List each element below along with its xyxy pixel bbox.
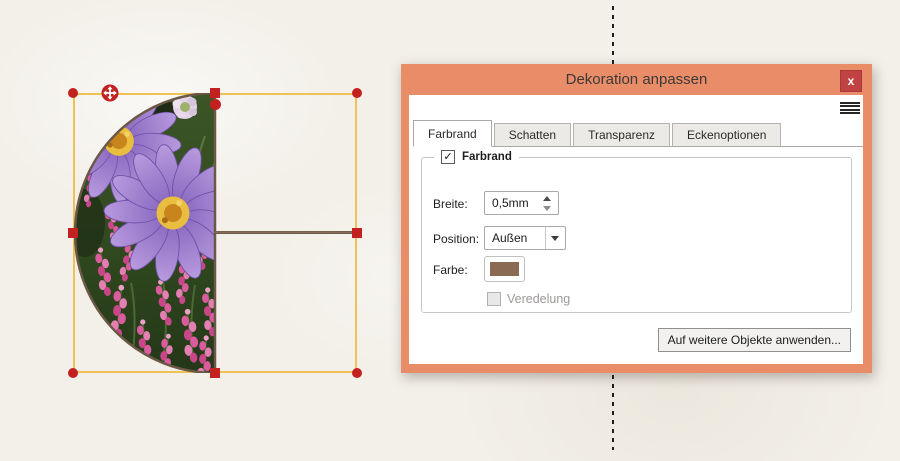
farbrand-legend-label: Farbrand — [462, 151, 512, 163]
veredelung-label: Veredelung — [507, 292, 571, 306]
farbe-swatch-color — [490, 262, 519, 276]
farbrand-legend: ✓ Farbrand — [434, 150, 519, 164]
resize-handle-se[interactable] — [352, 368, 362, 378]
tabstrip: Farbrand Schatten Transparenz Eckenoptio… — [413, 120, 863, 147]
chevron-down-icon[interactable] — [545, 227, 565, 249]
tab-schatten[interactable]: Schatten — [493, 123, 572, 146]
farbrand-groupbox: ✓ Farbrand Breite: 0,5mm Position: Außen — [421, 150, 852, 313]
object-edge-line — [215, 231, 357, 234]
spin-down-icon[interactable] — [543, 206, 551, 211]
rotate-handle[interactable] — [210, 99, 221, 110]
resize-handle-n[interactable] — [210, 88, 220, 98]
farbrand-checkbox[interactable]: ✓ — [441, 150, 455, 164]
resize-handle-s[interactable] — [210, 368, 220, 378]
tab-farbrand[interactable]: Farbrand — [413, 120, 492, 147]
move-icon[interactable] — [101, 84, 119, 102]
breite-label: Breite: — [433, 197, 468, 211]
breite-value[interactable]: 0,5mm — [492, 196, 529, 210]
design-canvas: Dekoration anpassen x Farbrand Schatten … — [0, 0, 900, 461]
veredelung-checkbox — [487, 292, 501, 306]
dialog-content: Farbrand Schatten Transparenz Eckenoptio… — [409, 95, 863, 364]
resize-handle-ne[interactable] — [352, 88, 362, 98]
tab-eckenoptionen[interactable]: Eckenoptionen — [672, 123, 782, 146]
position-value: Außen — [492, 231, 528, 245]
position-label: Position: — [433, 232, 480, 246]
hamburger-menu-icon[interactable] — [840, 102, 860, 114]
position-dropdown[interactable]: Außen — [484, 226, 566, 250]
close-icon[interactable]: x — [840, 70, 862, 92]
dekoration-anpassen-dialog: Dekoration anpassen x Farbrand Schatten … — [401, 64, 872, 373]
tab-transparenz[interactable]: Transparenz — [573, 123, 670, 146]
veredelung-row: Veredelung — [487, 292, 570, 306]
farbe-label: Farbe: — [433, 263, 468, 277]
dialog-title: Dekoration anpassen — [565, 71, 708, 88]
breite-spinner[interactable]: 0,5mm — [484, 191, 559, 215]
resize-handle-nw[interactable] — [68, 88, 78, 98]
resize-handle-e[interactable] — [352, 228, 362, 238]
resize-handle-sw[interactable] — [68, 368, 78, 378]
spin-up-icon[interactable] — [543, 196, 551, 201]
farbe-swatch-button[interactable] — [484, 256, 525, 282]
resize-handle-w[interactable] — [68, 228, 78, 238]
apply-to-other-objects-button[interactable]: Auf weitere Objekte anwenden... — [657, 328, 851, 352]
